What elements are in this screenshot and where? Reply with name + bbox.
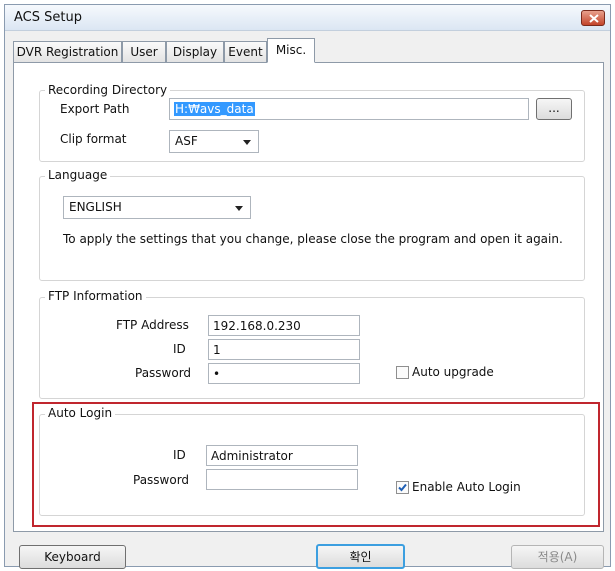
enable-auto-login-label: Enable Auto Login: [412, 480, 521, 494]
ok-button[interactable]: 확인: [316, 544, 405, 569]
enable-auto-login-checkbox[interactable]: [396, 481, 409, 494]
ftp-address-input[interactable]: 192.168.0.230: [208, 315, 360, 336]
keyboard-button[interactable]: Keyboard: [19, 545, 126, 569]
chevron-down-icon: [235, 206, 243, 211]
chevron-down-icon: [243, 140, 251, 145]
export-path-value: H:₩avs_data: [174, 102, 255, 116]
auto-login-password-input[interactable]: [206, 469, 358, 490]
ftp-address-label: FTP Address: [116, 318, 189, 332]
ftp-id-label: ID: [173, 342, 186, 356]
recording-directory-title: Recording Directory: [45, 83, 171, 97]
auto-login-id-label: ID: [173, 448, 186, 462]
auto-login-password-label: Password: [133, 473, 190, 487]
tab-misc[interactable]: Misc.: [267, 38, 315, 63]
ftp-password-label: Password: [135, 366, 192, 380]
ftp-id-input[interactable]: 1: [208, 339, 360, 360]
export-path-input[interactable]: H:₩avs_data: [169, 98, 529, 120]
clip-format-value: ASF: [175, 134, 198, 148]
language-note: To apply the settings that you change, p…: [63, 232, 563, 246]
apply-button[interactable]: 적용(A): [511, 545, 604, 569]
ftp-information-title: FTP Information: [45, 289, 146, 303]
auto-login-id-input[interactable]: Administrator: [206, 445, 358, 466]
clip-format-select[interactable]: ASF: [169, 130, 259, 153]
misc-tab-panel: Recording Directory Export Path H:₩avs_d…: [13, 62, 604, 532]
clip-format-label: Clip format: [60, 132, 127, 146]
auto-login-title: Auto Login: [45, 406, 116, 420]
tab-dvr-registration[interactable]: DVR Registration: [13, 41, 122, 62]
language-select[interactable]: ENGLISH: [63, 196, 251, 219]
ftp-password-input[interactable]: •: [208, 363, 360, 384]
window-title: ACS Setup: [14, 10, 82, 25]
tab-event[interactable]: Event: [224, 41, 267, 62]
auto-upgrade-label: Auto upgrade: [412, 365, 494, 379]
language-group: [39, 176, 585, 281]
browse-button[interactable]: ...: [536, 98, 572, 120]
acs-setup-window: ACS Setup DVR Registration User Display …: [4, 4, 611, 569]
title-bar[interactable]: ACS Setup: [5, 5, 610, 31]
export-path-label: Export Path: [60, 102, 130, 116]
checkmark-icon: [398, 483, 407, 492]
language-value: ENGLISH: [69, 200, 122, 214]
language-title: Language: [45, 168, 111, 182]
close-icon: [589, 14, 599, 23]
auto-upgrade-checkbox[interactable]: [396, 366, 409, 379]
tab-user[interactable]: User: [122, 41, 166, 62]
close-button[interactable]: [581, 10, 605, 26]
tab-display[interactable]: Display: [166, 41, 224, 62]
